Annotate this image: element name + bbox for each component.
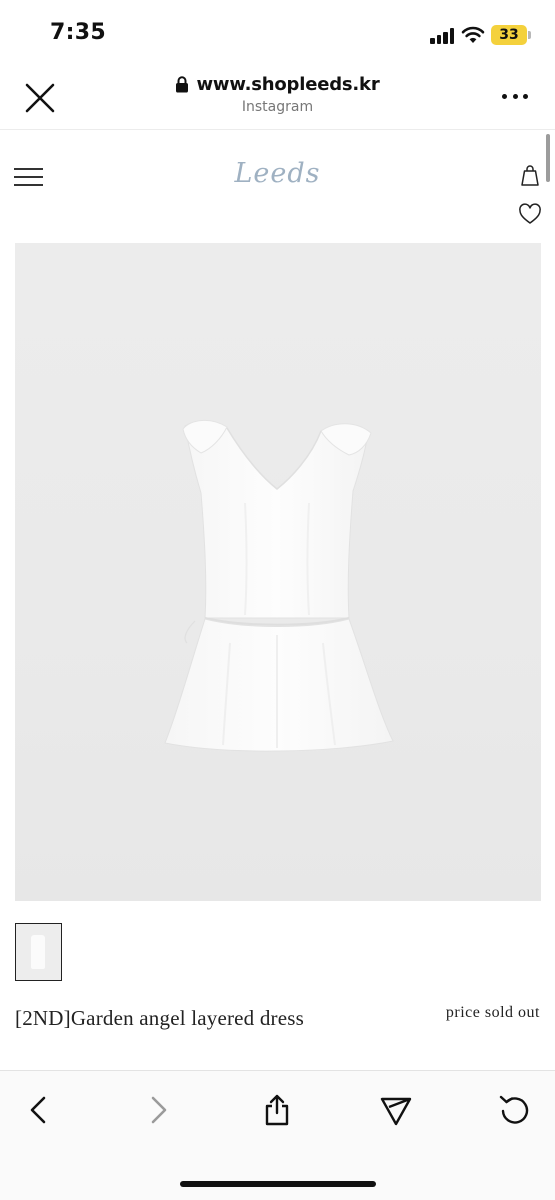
cellular-signal-icon bbox=[430, 28, 456, 44]
wifi-icon bbox=[461, 26, 485, 43]
site-logo[interactable]: Leeds bbox=[200, 158, 355, 189]
browser-header: www.shopleeds.kr Instagram bbox=[0, 62, 555, 130]
url-bar[interactable]: www.shopleeds.kr Instagram bbox=[140, 74, 415, 115]
back-icon[interactable] bbox=[22, 1093, 56, 1127]
share-icon[interactable] bbox=[260, 1093, 294, 1127]
battery-indicator: 33 bbox=[491, 25, 527, 45]
more-icon[interactable] bbox=[502, 94, 528, 102]
status-time: 7:35 bbox=[50, 20, 106, 45]
forward-icon[interactable] bbox=[141, 1093, 175, 1127]
send-icon[interactable] bbox=[379, 1093, 413, 1127]
battery-nub bbox=[528, 31, 531, 39]
hamburger-menu-icon[interactable] bbox=[14, 166, 44, 188]
shopping-bag-icon[interactable] bbox=[518, 163, 542, 187]
dress-illustration bbox=[164, 420, 394, 752]
source-label: Instagram bbox=[241, 99, 314, 115]
product-name: [2ND]Garden angel layered dress bbox=[15, 1006, 304, 1030]
lock-icon bbox=[176, 76, 189, 93]
reload-icon[interactable] bbox=[498, 1093, 532, 1127]
thumbnail-dress-image bbox=[31, 935, 45, 969]
home-indicator[interactable] bbox=[180, 1181, 376, 1187]
product-image[interactable] bbox=[15, 243, 541, 901]
scroll-indicator bbox=[546, 134, 550, 182]
close-icon[interactable] bbox=[22, 80, 58, 116]
url-text: www.shopleeds.kr bbox=[196, 74, 380, 95]
product-thumbnail[interactable] bbox=[15, 923, 62, 981]
status-bar: 7:35 33 bbox=[0, 0, 555, 62]
heart-icon[interactable] bbox=[518, 203, 542, 225]
price-status: price sold out bbox=[445, 1004, 540, 1021]
